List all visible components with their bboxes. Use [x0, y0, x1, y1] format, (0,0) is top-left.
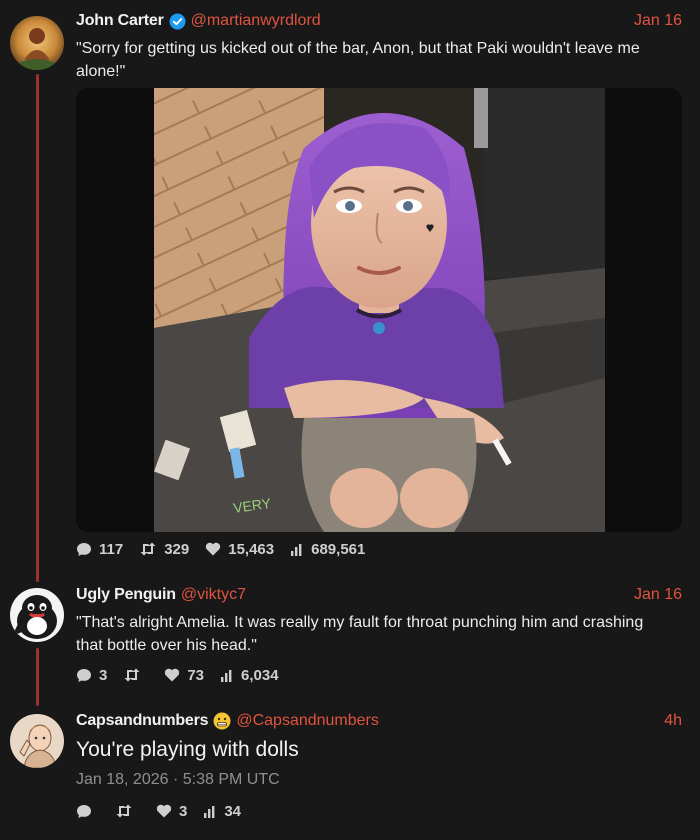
reply-icon — [77, 668, 91, 682]
views-button[interactable]: 6,034 — [220, 667, 279, 684]
avatar-john-carter[interactable] — [10, 16, 64, 70]
post-date[interactable]: Jan 16 — [634, 586, 682, 604]
views-icon — [221, 669, 232, 682]
verified-badge-icon — [169, 13, 186, 30]
tweet-3-header: Capsandnumbers @Capsandnumbers 4h — [76, 710, 682, 732]
like-button[interactable]: 3 — [156, 803, 187, 820]
post-date[interactable]: Jan 16 — [634, 12, 682, 30]
avatar-ugly-penguin[interactable] — [10, 588, 64, 642]
like-count: 15,463 — [228, 540, 275, 558]
user-handle[interactable]: @viktyc7 — [181, 586, 246, 604]
attached-photo[interactable]: VERY — [154, 88, 605, 532]
tweet-2-text: "That's alright Amelia. It was really my… — [76, 614, 644, 654]
reply-button[interactable] — [76, 804, 99, 819]
display-name[interactable]: Capsandnumbers — [76, 712, 209, 730]
reply-icon — [77, 804, 91, 818]
views-button[interactable]: 689,561 — [290, 541, 365, 558]
views-count: 689,561 — [311, 540, 366, 558]
tweet-3-timestamp[interactable]: Jan 18, 2026 · 5:38 PM UTC — [76, 771, 280, 789]
retweet-icon — [124, 668, 140, 682]
reply-count: 117 — [99, 540, 124, 558]
retweet-button[interactable] — [123, 668, 148, 682]
user-handle[interactable]: @martianwyrdlord — [191, 12, 321, 30]
views-icon — [291, 543, 302, 556]
like-count: 73 — [187, 666, 205, 684]
like-button[interactable]: 15,463 — [205, 541, 274, 558]
like-icon — [165, 668, 180, 682]
thread-line-1 — [36, 74, 39, 582]
retweet-count: 329 — [164, 540, 190, 558]
reply-button[interactable]: 3 — [76, 667, 107, 684]
retweet-button[interactable] — [115, 804, 140, 818]
tweet-3-text: You're playing with dolls — [76, 738, 299, 761]
views-button[interactable]: 34 — [203, 803, 241, 820]
tweet-2-stats: 3 73 6,034 — [76, 664, 295, 686]
avatar-capsandnumbers[interactable] — [10, 714, 64, 768]
reply-icon — [77, 542, 91, 556]
retweet-icon — [116, 804, 132, 818]
user-handle[interactable]: @Capsandnumbers — [236, 712, 379, 730]
tweet-1-stats: 117 329 15,463 689,561 — [76, 538, 381, 560]
views-count: 6,034 — [241, 666, 279, 684]
like-button[interactable]: 73 — [164, 667, 204, 684]
thread-line-2 — [36, 648, 39, 706]
display-name[interactable]: Ugly Penguin — [76, 586, 176, 604]
tweet-2-header: Ugly Penguin @viktyc7 Jan 16 — [76, 584, 682, 606]
like-count: 3 — [179, 802, 188, 820]
retweet-button[interactable]: 329 — [139, 541, 189, 558]
display-name[interactable]: John Carter — [76, 12, 164, 30]
like-icon — [206, 542, 221, 556]
tweet-1-media[interactable]: VERY — [76, 88, 682, 532]
grimace-emoji-icon — [213, 712, 231, 730]
post-date[interactable]: 4h — [664, 712, 682, 730]
views-count: 34 — [224, 802, 242, 820]
reply-button[interactable]: 117 — [76, 541, 123, 558]
tweet-3-stats: 3 34 — [76, 800, 257, 822]
reply-count: 3 — [99, 666, 108, 684]
views-icon — [204, 805, 215, 818]
tweet-1-text: "Sorry for getting us kicked out of the … — [76, 40, 640, 80]
like-icon — [156, 804, 172, 818]
retweet-icon — [140, 542, 156, 556]
tweet-1-header: John Carter @martianwyrdlord Jan 16 — [76, 10, 682, 32]
